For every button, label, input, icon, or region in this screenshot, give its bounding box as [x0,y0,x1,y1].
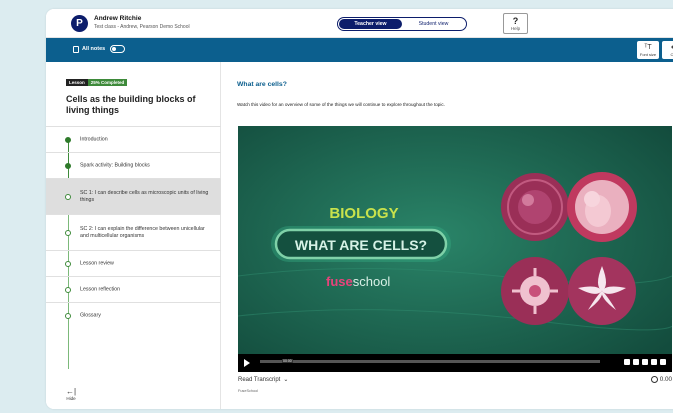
step-lesson-review[interactable]: Lesson review [46,250,221,276]
help-button[interactable]: ? Help [503,13,528,34]
fullscreen-icon[interactable] [660,359,666,365]
lesson-badges: Lesson 25% Completed [66,79,128,86]
lesson-sidebar: Lesson 25% Completed Cells as the buildi… [46,62,221,409]
toolbar: All notes ᵀT Font size ◐ Co [46,38,673,62]
volume-icon[interactable] [624,359,630,365]
video-player[interactable]: BIOLOGY WHAT ARE CELLS? fuseschool [238,126,672,372]
step-spark-activity[interactable]: Spark activity: Building blocks [46,152,221,178]
step-label: Lesson review [80,260,114,266]
font-size-button[interactable]: ᵀT Font size [637,41,659,59]
video-subject-text: BIOLOGY [329,205,398,222]
step-sc2[interactable]: SC 2: I can explain the difference betwe… [46,214,221,250]
app-window: P Andrew Ritchie Test class - Andrew, Pe… [46,9,673,409]
transcript-bar: Read Transcript ⌄ 0.00 [238,374,672,388]
step-pending-icon [65,312,71,319]
user-name: Andrew Ritchie [94,15,142,22]
step-pending-icon [65,229,71,236]
step-lesson-reflection[interactable]: Lesson reflection [46,276,221,302]
step-label: Lesson reflection [80,286,121,292]
step-done-icon [65,162,71,169]
step-sc1[interactable]: SC 1: I can describe cells as microscopi… [46,178,221,214]
embryo-illustration [567,172,637,242]
font-size-icon: ᵀT [644,43,652,51]
hide-label: Hide [66,396,76,401]
note-icon [73,45,79,53]
all-notes-control: All notes [73,45,126,53]
chevron-down-icon: ⌄ [283,377,289,383]
step-pending-icon [65,286,71,293]
logo-fuse: fuse [326,274,353,289]
video-duration: 0.00 [650,376,672,383]
user-class: Test class - Andrew, Pearson Demo School [94,24,190,30]
read-transcript-button[interactable]: Read Transcript ⌄ [238,376,289,384]
collapse-arrow-icon: ←| [66,387,77,396]
intro-text: Watch this video for an overview of some… [237,102,445,107]
step-pending-icon [65,260,71,267]
video-credit: FuseSchool [238,389,259,393]
student-view-button[interactable]: Student view [402,19,465,29]
lesson-badge: Lesson [66,79,88,86]
step-introduction[interactable]: Introduction [46,126,221,152]
help-label: Help [510,25,521,31]
progress-badge: 25% Completed [87,79,128,86]
all-notes-label: All notes [82,46,106,52]
step-label: SC 2: I can explain the difference betwe… [80,225,205,239]
teacher-view-button[interactable]: Teacher view [339,19,402,29]
main-content: What are cells? Watch this video for an … [237,62,673,409]
video-control-icons [624,359,666,365]
all-notes-toggle[interactable] [110,45,126,53]
flower-illustration [568,257,636,325]
logo-school: school [353,274,391,289]
lesson-steps: Introduction Spark activity: Building bl… [46,126,221,369]
read-transcript-label: Read Transcript [238,376,281,383]
video-progress-bar[interactable]: 00:00 [260,359,600,363]
step-pending-icon [65,193,71,200]
top-header: P Andrew Ritchie Test class - Andrew, Pe… [46,9,673,38]
pip-icon[interactable] [642,359,648,365]
section-title: What are cells? [237,81,287,88]
video-timestamp: 00:00 [282,359,293,363]
cell-illustration-bottom-left [501,257,569,325]
step-label: SC 1: I can describe cells as microscopi… [80,189,209,203]
step-label: Spark activity: Building blocks [80,162,150,168]
cell-illustration-top-left [501,173,569,241]
pearson-logo-icon: P [71,15,88,32]
step-glossary[interactable]: Glossary [46,302,221,328]
help-icon: ? [512,15,519,26]
step-done-icon [65,136,71,143]
contrast-button[interactable]: ◐ Co [662,41,673,59]
video-headline-text: WHAT ARE CELLS? [295,237,427,253]
clock-icon [650,376,658,383]
video-controls: 00:00 [238,354,672,372]
view-toggle: Teacher view Student view [337,17,467,31]
settings-icon[interactable] [651,359,657,365]
video-frame: BIOLOGY WHAT ARE CELLS? fuseschool [238,126,672,372]
lesson-title: Cells as the building blocks of living t… [66,94,196,115]
font-size-label: Font size [639,51,657,57]
captions-icon[interactable] [633,359,639,365]
step-label: Glossary [80,312,101,318]
fuseschool-logo: fuseschool [326,274,390,289]
hide-sidebar-button[interactable]: ←| Hide [66,387,77,402]
duration-value: 0.00 [659,376,672,383]
step-label: Introduction [80,136,108,142]
play-icon[interactable] [244,359,250,367]
